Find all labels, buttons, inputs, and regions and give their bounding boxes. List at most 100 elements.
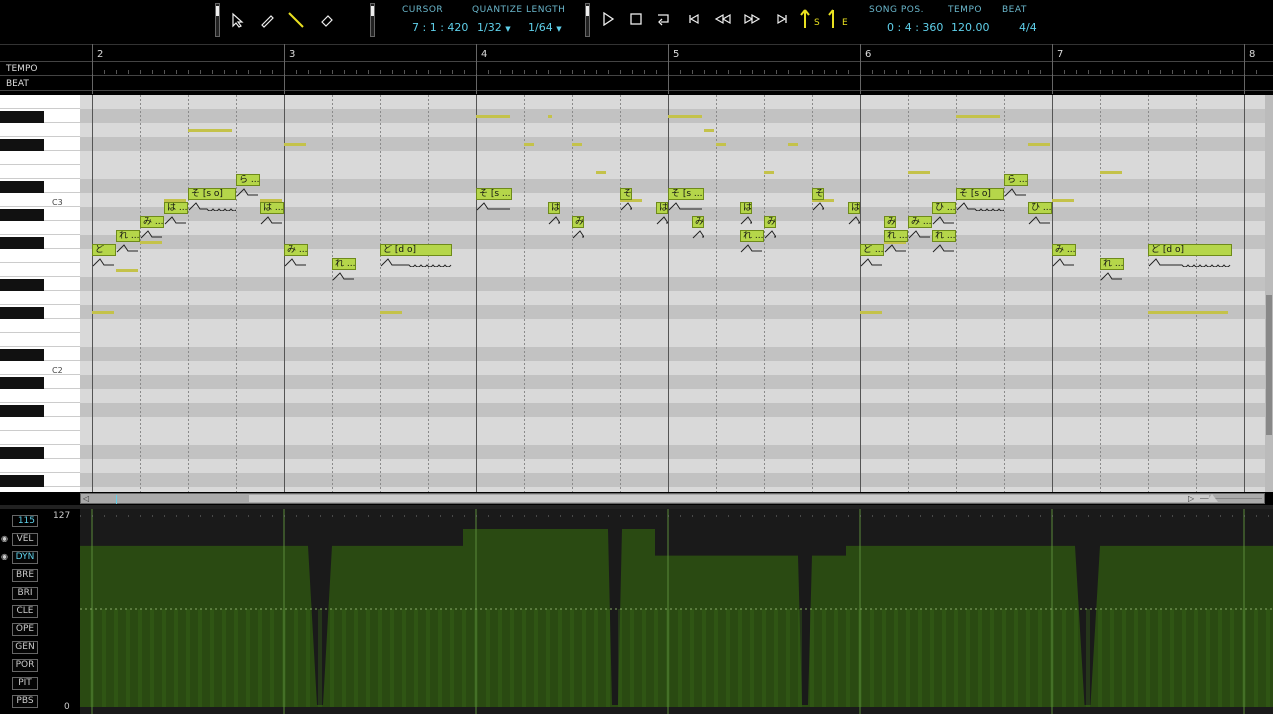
lyric-note[interactable]: そ: [812, 188, 824, 200]
lyric-note[interactable]: ど: [92, 244, 116, 256]
pencil-icon[interactable]: [257, 12, 277, 30]
length-select[interactable]: 1/64 ▼: [528, 21, 562, 34]
horizontal-scrollbar[interactable]: ◁ ▷: [80, 493, 1265, 504]
piano-black-key[interactable]: [0, 209, 44, 221]
lyric-note[interactable]: は: [656, 202, 668, 214]
lyric-note[interactable]: は: [548, 202, 560, 214]
piano-key[interactable]: [0, 417, 80, 431]
lyric-note[interactable]: そ: [620, 188, 632, 200]
scrollbar-thumb[interactable]: [1266, 295, 1272, 435]
piano-key[interactable]: [0, 361, 80, 375]
lyric-note[interactable]: み ...: [908, 216, 932, 228]
accompaniment-note[interactable]: [1148, 311, 1228, 314]
accompaniment-note[interactable]: [116, 269, 138, 272]
lyric-note[interactable]: れ ...: [116, 230, 140, 242]
piano-black-key[interactable]: [0, 237, 44, 249]
piano-black-key[interactable]: [0, 377, 44, 389]
piano-key[interactable]: [0, 333, 80, 347]
controller-button-pit[interactable]: PIT: [12, 677, 38, 690]
lyric-note[interactable]: ら ...: [236, 174, 260, 186]
piano-keyboard[interactable]: C3 C2: [0, 95, 80, 492]
lyric-note[interactable]: れ ...: [332, 258, 356, 270]
accompaniment-note[interactable]: [92, 311, 114, 314]
vertical-scrollbar[interactable]: [1265, 95, 1273, 492]
go-end-icon[interactable]: [772, 13, 792, 31]
controller-button-pbs[interactable]: PBS: [12, 695, 38, 708]
lyric-note[interactable]: は: [848, 202, 860, 214]
start-marker-button[interactable]: S: [800, 8, 820, 33]
ruler[interactable]: TEMPO BEAT: [0, 44, 1273, 94]
piano-key[interactable]: [0, 319, 80, 333]
note-grid[interactable]: どれ ... み ... は ... そ [s o] ら ... は ... み ... れ …: [80, 95, 1265, 492]
lyric-note[interactable]: み: [692, 216, 704, 228]
accompaniment-note[interactable]: [188, 129, 232, 132]
lyric-note[interactable]: れ ...: [932, 230, 956, 242]
fast-forward-icon[interactable]: [742, 13, 762, 31]
lyric-note[interactable]: み ...: [140, 216, 164, 228]
accompaniment-note[interactable]: [476, 115, 510, 118]
piano-key[interactable]: [0, 487, 80, 492]
piano-key[interactable]: [0, 291, 80, 305]
line-icon[interactable]: [286, 11, 306, 29]
piano-key[interactable]: [0, 95, 80, 109]
accompaniment-note[interactable]: [548, 115, 552, 118]
play-icon[interactable]: [598, 11, 618, 30]
quantize-select[interactable]: 1/32 ▼: [477, 21, 511, 34]
lyric-note[interactable]: み: [764, 216, 776, 228]
piano-black-key[interactable]: [0, 139, 44, 151]
eraser-icon[interactable]: [316, 12, 336, 30]
lyric-note[interactable]: は ...: [164, 202, 188, 214]
lyric-note[interactable]: ど [d o]: [1148, 244, 1232, 256]
lyric-note[interactable]: ら ...: [1004, 174, 1028, 186]
loop-icon[interactable]: [654, 12, 674, 30]
lyric-note[interactable]: れ ...: [1100, 258, 1124, 270]
eye-icon[interactable]: ◉: [1, 534, 8, 543]
zoom-slider[interactable]: [1200, 493, 1270, 504]
accompaniment-note[interactable]: [668, 115, 702, 118]
controller-button-por[interactable]: POR: [12, 659, 38, 672]
accompaniment-note[interactable]: [956, 115, 1000, 118]
lyric-note[interactable]: そ [s ...: [668, 188, 704, 200]
controller-button-dyn[interactable]: DYN: [12, 551, 38, 564]
lyric-note[interactable]: み ...: [1052, 244, 1076, 256]
accompaniment-note[interactable]: [572, 143, 582, 146]
piano-black-key[interactable]: [0, 111, 44, 123]
lyric-note[interactable]: は ...: [260, 202, 284, 214]
controller-button-bri[interactable]: BRI: [12, 587, 38, 600]
lyric-note[interactable]: そ [s o]: [956, 188, 1004, 200]
controller-button-vel[interactable]: VEL: [12, 533, 38, 546]
piano-key[interactable]: [0, 431, 80, 445]
rewind-icon[interactable]: [713, 13, 733, 31]
piano-key[interactable]: [0, 193, 80, 207]
accompaniment-note[interactable]: [704, 129, 714, 132]
accompaniment-note[interactable]: [284, 143, 306, 146]
accompaniment-note[interactable]: [860, 311, 882, 314]
piano-black-key[interactable]: [0, 475, 44, 487]
accompaniment-note[interactable]: [1052, 199, 1074, 202]
piano-key[interactable]: [0, 249, 80, 263]
piano-key[interactable]: [0, 221, 80, 235]
dynamics-curve[interactable]: [80, 509, 1273, 714]
piano-key[interactable]: [0, 123, 80, 137]
lyric-note[interactable]: は: [740, 202, 752, 214]
piano-black-key[interactable]: [0, 279, 44, 291]
accompaniment-note[interactable]: [524, 143, 534, 146]
accompaniment-note[interactable]: [716, 143, 726, 146]
piano-black-key[interactable]: [0, 307, 44, 319]
accompaniment-note[interactable]: [380, 311, 402, 314]
lyric-note[interactable]: そ [s o]: [188, 188, 236, 200]
accompaniment-note[interactable]: [764, 171, 774, 174]
lyric-note[interactable]: ひ ...: [1028, 202, 1052, 214]
controller-button-gen[interactable]: GEN: [12, 641, 38, 654]
arrow-icon[interactable]: [228, 12, 248, 30]
controller-button-cle[interactable]: CLE: [12, 605, 38, 618]
eye-icon[interactable]: ◉: [1, 552, 8, 561]
accompaniment-note[interactable]: [1028, 143, 1050, 146]
zoom-slider-handle[interactable]: [1206, 494, 1218, 502]
scroll-left-icon[interactable]: ◁: [83, 494, 89, 503]
stop-icon[interactable]: [626, 12, 646, 30]
lyric-note[interactable]: み: [884, 216, 896, 228]
lyric-note[interactable]: ど [d o]: [380, 244, 452, 256]
accompaniment-note[interactable]: [908, 171, 930, 174]
piano-key[interactable]: [0, 151, 80, 165]
